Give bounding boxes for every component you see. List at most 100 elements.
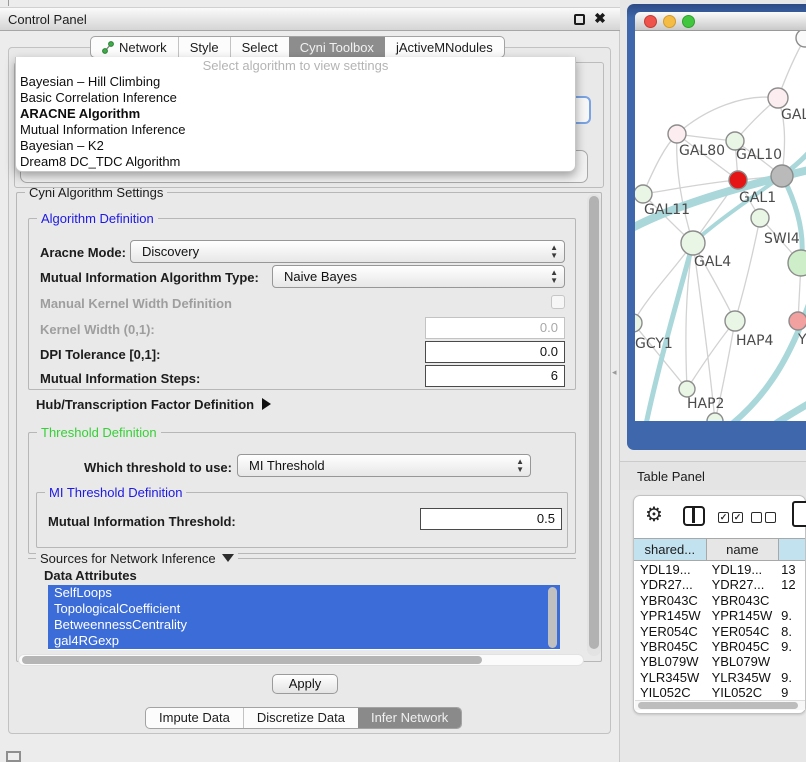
algorithm-option-mutual-information-inference[interactable]: Mutual Information Inference: [16, 122, 575, 138]
mi-threshold-label: Mutual Information Threshold:: [48, 514, 236, 529]
table-cell: YLR345W: [634, 670, 706, 685]
table-row-ybr045c[interactable]: YBR045CYBR045C9.: [634, 639, 805, 654]
tab-label: Network: [119, 40, 167, 55]
minimize-window-icon[interactable]: [663, 15, 676, 28]
tab-network[interactable]: Network: [91, 37, 178, 57]
attribute-item-topologicalcoefficient[interactable]: TopologicalCoefficient: [48, 601, 560, 617]
network-node-gal[interactable]: [768, 88, 788, 108]
table-cell: YER054C: [706, 624, 779, 639]
algorithm-option-aracne-algorithm[interactable]: ARACNE Algorithm: [16, 106, 575, 122]
close-window-icon[interactable]: [644, 15, 657, 28]
aracne-mode-label: Aracne Mode:: [40, 245, 126, 260]
document-icon[interactable]: [792, 501, 806, 527]
close-panel-icon[interactable]: ✖: [592, 10, 608, 28]
algorithm-option-dream8-dc-tdc-algorithm[interactable]: Dream8 DC_TDC Algorithm: [16, 154, 575, 170]
collapse-arrow-icon: [222, 554, 234, 562]
tab-label: Style: [190, 40, 219, 55]
float-panel-icon[interactable]: [574, 14, 585, 25]
table-row-ybl079w[interactable]: YBL079WYBL079W: [634, 654, 805, 669]
network-node-swi4[interactable]: [751, 209, 769, 227]
dpi-tolerance-field[interactable]: 0.0: [425, 341, 565, 363]
deselect-all-checkboxes-icon[interactable]: [751, 512, 776, 523]
mi-algorithm-type-combo[interactable]: Naive Bayes ▲▼: [272, 265, 565, 288]
column-header-shared[interactable]: shared...: [634, 539, 706, 560]
network-node[interactable]: [771, 165, 793, 187]
table-row-ypr145w[interactable]: YPR145WYPR145W9.: [634, 608, 805, 623]
network-edge: [771, 393, 806, 421]
mi-steps-field[interactable]: 6: [425, 365, 565, 387]
tab-discretize-data[interactable]: Discretize Data: [243, 708, 358, 728]
table-horizontal-scrollbar: [635, 700, 805, 710]
tab-infer-network[interactable]: Infer Network: [358, 708, 461, 728]
tab-cyni-toolbox[interactable]: Cyni Toolbox: [289, 37, 385, 57]
which-threshold-value: MI Threshold: [249, 458, 325, 473]
hub-definition-toggle[interactable]: Hub/Transcription Factor Definition: [36, 397, 271, 412]
gear-icon[interactable]: ⚙: [645, 502, 663, 527]
attributes-list-scrollbar[interactable]: [548, 587, 557, 648]
threshold-definition-title: Threshold Definition: [37, 425, 161, 440]
table-cell: 9.: [778, 670, 805, 685]
algorithm-option-basic-correlation-inference[interactable]: Basic Correlation Inference: [16, 90, 575, 106]
which-threshold-combo[interactable]: MI Threshold ▲▼: [237, 454, 531, 477]
network-node[interactable]: [788, 250, 806, 276]
algorithm-popup-placeholder: Select algorithm to view settings: [16, 57, 575, 74]
network-node-hap4[interactable]: [725, 311, 745, 331]
kernel-width-field[interactable]: 0.0: [425, 317, 565, 339]
table-cell: YPR145W: [634, 608, 706, 623]
tab-select[interactable]: Select: [230, 37, 289, 57]
tab-style[interactable]: Style: [178, 37, 230, 57]
settings-vertical-scrollbar: [587, 194, 601, 656]
settings-horizontal-scrollbar-thumb[interactable]: [22, 656, 482, 664]
settings-vertical-scrollbar-thumb[interactable]: [589, 196, 599, 649]
network-node-gal80[interactable]: [668, 125, 686, 143]
network-node-gal11[interactable]: [635, 185, 652, 203]
network-window-titlebar[interactable]: [635, 12, 806, 31]
table-row-ydl19[interactable]: YDL19...YDL19...13: [634, 562, 805, 577]
network-node-hap2[interactable]: [679, 381, 695, 397]
table-cell: YBL079W: [706, 654, 779, 669]
table-cell: YBL079W: [634, 654, 706, 669]
dpi-tolerance-label: DPI Tolerance [0,1]:: [40, 347, 160, 362]
sources-toggle[interactable]: Sources for Network Inference: [36, 551, 238, 566]
algorithm-option-bayesian-hill-climbing[interactable]: Bayesian – Hill Climbing: [16, 74, 575, 90]
column-header-name[interactable]: name: [706, 539, 779, 560]
attribute-item-gal4rgexp[interactable]: gal4RGexp: [48, 633, 560, 649]
manual-kernel-width-checkbox[interactable]: [551, 295, 565, 309]
network-node-gal4[interactable]: [681, 231, 705, 255]
which-threshold-label: Which threshold to use:: [60, 460, 232, 475]
table-cell: 12: [778, 577, 805, 592]
algorithm-option-bayesian-k2[interactable]: Bayesian – K2: [16, 138, 575, 154]
mi-threshold-field[interactable]: 0.5: [420, 508, 562, 530]
mi-threshold-definition-title: MI Threshold Definition: [45, 485, 186, 500]
tab-impute-data[interactable]: Impute Data: [146, 708, 243, 728]
node-label-gal: GAL: [781, 107, 806, 123]
column-header-2[interactable]: [778, 539, 805, 560]
network-node-gal1[interactable]: [729, 171, 747, 189]
network-canvas[interactable]: GALGAL80GAL10GAL1GAL11SWI4GAL4GCY1HAP4YH…: [635, 31, 806, 421]
select-all-checkboxes-icon[interactable]: ✓✓: [718, 512, 743, 523]
table-cell: YBR045C: [634, 639, 706, 654]
apply-button[interactable]: Apply: [272, 674, 338, 694]
attribute-item-selfloops[interactable]: SelfLoops: [48, 585, 560, 601]
split-columns-icon[interactable]: [683, 506, 705, 526]
aracne-mode-combo[interactable]: Discovery ▲▼: [130, 240, 565, 263]
panel-divider-arrow-icon[interactable]: ◂: [612, 367, 617, 378]
table-horizontal-scrollbar-thumb[interactable]: [638, 702, 798, 709]
network-edge: [677, 97, 778, 134]
control-panel: Control Panel ✖ NetworkStyleSelectCyni T…: [0, 0, 620, 762]
tab-jactivemnodules[interactable]: jActiveMNodules: [385, 37, 504, 57]
network-node[interactable]: [796, 31, 806, 47]
minimized-panel-icon[interactable]: [6, 751, 21, 762]
algorithm-popup-list: Bayesian – Hill ClimbingBasic Correlatio…: [16, 74, 575, 170]
table-row-ybr043c[interactable]: YBR043CYBR043C: [634, 593, 805, 608]
table-row-ylr345w[interactable]: YLR345WYLR345W9.: [634, 670, 805, 685]
table-row-ydr27[interactable]: YDR27...YDR27...12: [634, 577, 805, 592]
zoom-window-icon[interactable]: [682, 15, 695, 28]
attribute-item-betweennesscentrality[interactable]: BetweennessCentrality: [48, 617, 560, 633]
table-row-yil052c[interactable]: YIL052CYIL052C9: [634, 685, 805, 700]
network-node-y[interactable]: [789, 312, 806, 330]
bottom-tab-bar: Impute DataDiscretize DataInfer Network: [145, 707, 462, 729]
network-node[interactable]: [707, 413, 723, 421]
network-node-gcy1[interactable]: [635, 314, 642, 332]
table-row-yer054c[interactable]: YER054CYER054C8.: [634, 624, 805, 639]
